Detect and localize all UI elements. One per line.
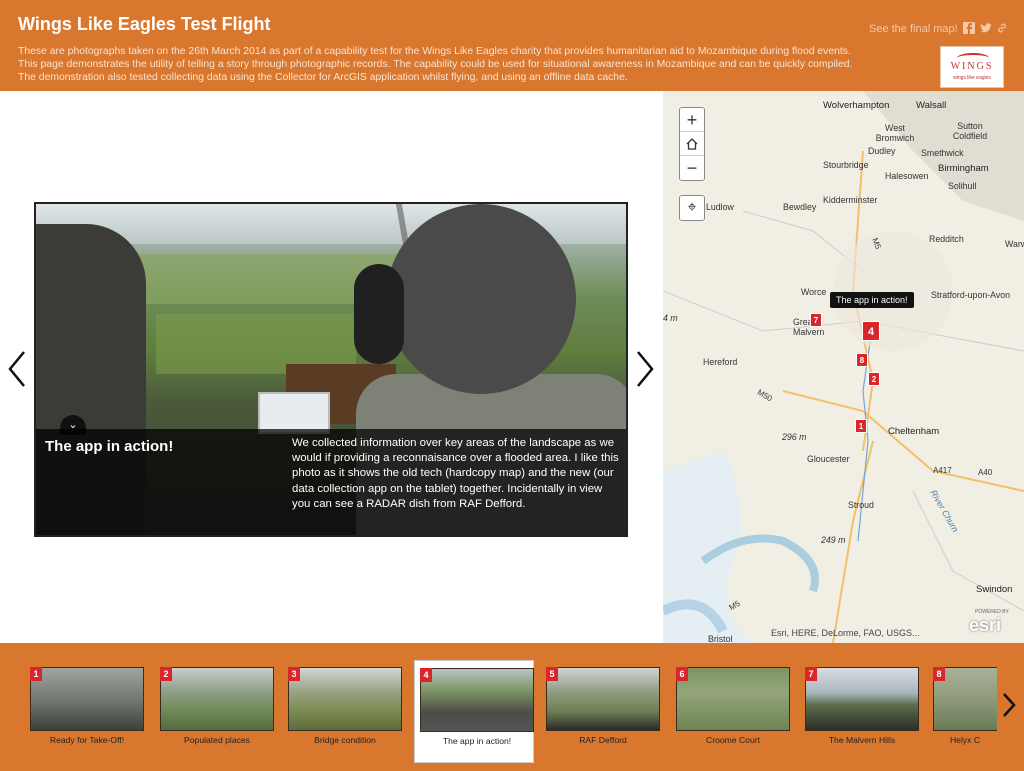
thumbnail-4-active[interactable]: 4 The app in action!	[414, 660, 534, 763]
place-worcester: Worce	[801, 287, 827, 297]
thumbnail-8[interactable]: 8 Helyx C	[933, 667, 997, 755]
elevation-4: 4 m	[663, 313, 678, 323]
wings-logo[interactable]: WINGS wings like eagles	[940, 46, 1004, 88]
carousel-next-button[interactable]	[1000, 691, 1018, 719]
thumbnail-1[interactable]: 1 Ready for Take-Off!	[30, 667, 144, 755]
elevation-249: 249 m	[821, 535, 846, 545]
road-a40-label: A40	[978, 468, 993, 477]
place-dudley: Dudley	[868, 146, 896, 156]
link-icon[interactable]	[996, 22, 1008, 34]
home-button[interactable]	[680, 132, 704, 156]
slide-photo: ⌄ The app in action! We collected inform…	[34, 202, 628, 537]
esri-logo: esri	[969, 615, 1002, 635]
thumbnail-label: The Malvern Hills	[828, 735, 896, 745]
locate-button[interactable]: ⌖	[679, 195, 705, 221]
see-final-map-link[interactable]: See the final map!	[869, 23, 958, 35]
map-marker-8[interactable]: 8	[856, 353, 868, 367]
place-hereford: Hereford	[703, 357, 738, 367]
place-solihull: Solihull	[948, 181, 977, 191]
place-stourbridge: Stourbridge	[823, 160, 869, 170]
page-title: Wings Like Eagles Test Flight	[18, 14, 271, 34]
photo-viewer: ⌄ The app in action! We collected inform…	[0, 91, 663, 643]
place-sutton-coldfield: Sutton Coldfield	[952, 121, 988, 141]
thumbnail-label: Ready for Take-Off!	[49, 735, 125, 745]
zoom-controls: + −	[679, 107, 705, 181]
place-bristol: Bristol	[708, 634, 733, 643]
zoom-out-button[interactable]: −	[680, 156, 704, 180]
thumbnail-label: RAF Defford	[579, 735, 627, 745]
collapse-caption-button[interactable]: ⌄	[60, 415, 86, 435]
chevron-left-icon	[8, 351, 25, 387]
map-marker-2[interactable]: 2	[868, 372, 880, 386]
chevron-right-icon	[1003, 693, 1016, 717]
thumbnail-label: Populated places	[184, 735, 250, 745]
map-marker-7[interactable]: 7	[810, 313, 822, 327]
place-birmingham: Birmingham	[938, 163, 989, 174]
place-smethwick: Smethwick	[921, 148, 964, 158]
place-walsall: Walsall	[916, 100, 947, 111]
place-swindon: Swindon	[976, 584, 1013, 595]
road-a417-label: A417	[933, 466, 952, 475]
chevron-down-icon: ⌄	[68, 419, 78, 431]
place-warwick: Warw	[1005, 239, 1024, 249]
map-marker-1[interactable]: 1	[855, 419, 867, 433]
thumbnail-6[interactable]: 6 Croome Court	[676, 667, 790, 755]
map-popup: The app in action!	[830, 292, 914, 308]
place-halesowen: Halesowen	[885, 171, 929, 181]
zoom-in-button[interactable]: +	[680, 108, 704, 132]
slide-caption: We collected information over key areas …	[292, 437, 619, 510]
next-slide-button[interactable]	[634, 349, 656, 389]
map-panel[interactable]: Wolverhampton Walsall Sutton Coldfield W…	[663, 91, 1024, 643]
place-bewdley: Bewdley	[783, 202, 817, 212]
logo-subtext: wings like eagles	[953, 75, 991, 81]
place-redditch: Redditch	[929, 234, 964, 244]
place-kidderminster: Kidderminster	[823, 195, 878, 205]
crosshair-icon: ⌖	[687, 199, 697, 216]
header-banner: Wings Like Eagles Test Flight These are …	[0, 0, 1024, 91]
previous-slide-button[interactable]	[6, 349, 28, 389]
thumbnail-label: Helyx C	[949, 735, 981, 745]
place-stratford: Stratford-upon-Avon	[931, 290, 1011, 300]
elevation-296: 296 m	[782, 432, 807, 442]
facebook-icon[interactable]	[963, 22, 975, 34]
thumbnail-7[interactable]: 7 The Malvern Hills	[805, 667, 919, 755]
twitter-icon[interactable]	[980, 22, 992, 34]
thumbnail-label: Bridge condition	[314, 735, 376, 745]
tablet-in-photo	[258, 392, 330, 434]
page-description: These are photographs taken on the 26th …	[18, 46, 853, 83]
slide-title: The app in action!	[45, 438, 174, 455]
thumbnail-carousel: 1 Ready for Take-Off! 2 Populated places…	[0, 643, 1024, 771]
place-cheltenham: Cheltenham	[888, 426, 940, 437]
thumbnail-5[interactable]: 5 RAF Defford	[546, 667, 660, 755]
place-wolverhampton: Wolverhampton	[823, 100, 890, 111]
thumbnail-2[interactable]: 2 Populated places	[160, 667, 274, 755]
map-attribution: Esri, HERE, DeLorme, FAO, USGS...	[771, 628, 920, 638]
place-west-bromwich: West Bromwich	[875, 123, 915, 143]
home-icon	[686, 138, 698, 150]
place-ludlow: Ludlow	[706, 202, 734, 212]
place-stroud: Stroud	[848, 500, 874, 510]
thumbnail-label: The app in action!	[442, 736, 512, 746]
logo-text: WINGS	[950, 61, 994, 72]
chevron-right-icon	[637, 351, 654, 387]
thumbnail-label: Croome Court	[706, 735, 760, 745]
map-marker-4[interactable]: 4	[862, 321, 880, 341]
place-gloucester: Gloucester	[807, 454, 850, 464]
thumbnail-3[interactable]: 3 Bridge condition	[288, 667, 402, 755]
